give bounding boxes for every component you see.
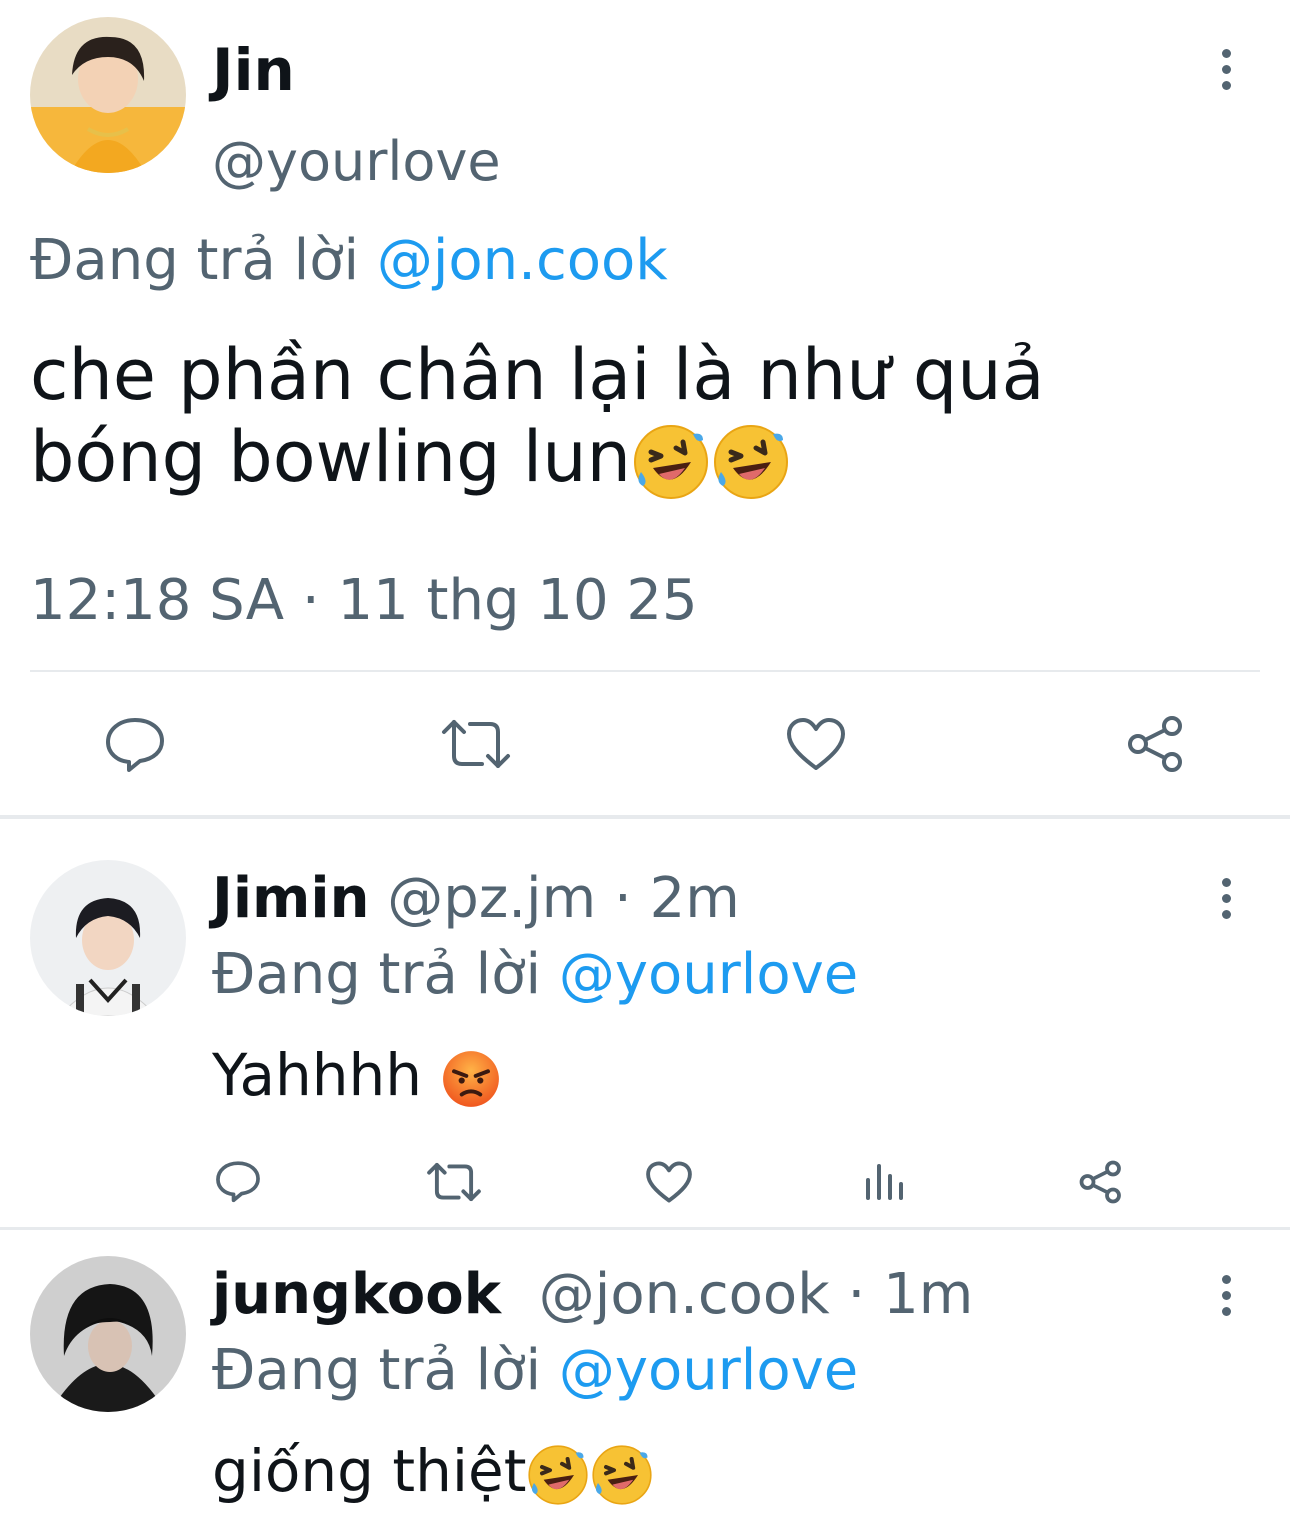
timestamp[interactable]: 1m [883,1262,973,1327]
reply-header: jungkook @jon.cook · 1m [212,1262,973,1328]
tweet-text-content: Yahhhh [212,1041,423,1109]
tweet-text-content: giống thiệt [212,1437,527,1505]
angry-emoji-icon [440,1048,502,1110]
reply-icon[interactable] [215,1158,261,1204]
avatar[interactable] [30,860,186,1016]
display-name[interactable]: jungkook [212,1262,501,1327]
handle[interactable]: @yourlove [212,130,501,194]
display-name[interactable]: Jin [212,36,295,104]
rofl-emoji-icon [711,422,791,502]
like-icon[interactable] [785,716,847,772]
reply-icon[interactable] [104,714,166,774]
avatar[interactable] [30,17,186,173]
retweet-icon[interactable] [426,1160,482,1204]
reply-to-link[interactable]: @jon.cook [377,228,668,293]
replying-to: Đang trả lời @yourlove [212,1338,858,1404]
replying-to: Đang trả lời @jon.cook [30,228,668,294]
avatar[interactable] [30,1256,186,1412]
divider [30,670,1260,672]
section-divider [0,815,1290,819]
handle[interactable]: @jon.cook [539,1262,830,1327]
tweet-text-line-1: che phần chân lại là như quả [30,334,1045,416]
section-divider [0,1227,1290,1230]
tweet-text: Yahhhh [212,1040,502,1110]
separator: · [613,866,632,931]
tweet-text: che phần chân lại là như quả bóng bowlin… [30,334,1045,502]
reply-header: Jimin @pz.jm · 2m [212,866,740,932]
reply-prefix: Đang trả lời [30,228,360,293]
rofl-emoji-icon [590,1443,654,1507]
more-options-icon[interactable] [1211,44,1241,94]
reply-prefix: Đang trả lời [212,942,542,1007]
reply-prefix: Đang trả lời [212,1338,542,1403]
separator: · [847,1262,866,1327]
tweet-text-line-2: bóng bowling lun [30,416,1045,502]
reply-to-link[interactable]: @yourlove [559,1338,858,1403]
views-icon[interactable] [863,1158,907,1202]
replying-to: Đang trả lời @yourlove [212,942,858,1008]
more-options-icon[interactable] [1211,1270,1241,1320]
retweet-icon[interactable] [440,716,512,772]
display-name[interactable]: Jimin [212,866,369,931]
timestamp: 12:18 SA · 11 thg 10 25 [30,568,698,633]
reply-to-link[interactable]: @yourlove [559,942,858,1007]
share-icon[interactable] [1077,1158,1125,1206]
tweet-text-line-2-text: bóng bowling lun [30,416,631,498]
more-options-icon[interactable] [1211,873,1241,923]
handle[interactable]: @pz.jm [387,866,596,931]
timestamp[interactable]: 2m [650,866,740,931]
like-icon[interactable] [645,1160,693,1204]
rofl-emoji-icon [526,1443,590,1507]
rofl-emoji-icon [631,422,711,502]
share-icon[interactable] [1124,712,1188,776]
tweet-text: giống thiệt [212,1436,654,1507]
